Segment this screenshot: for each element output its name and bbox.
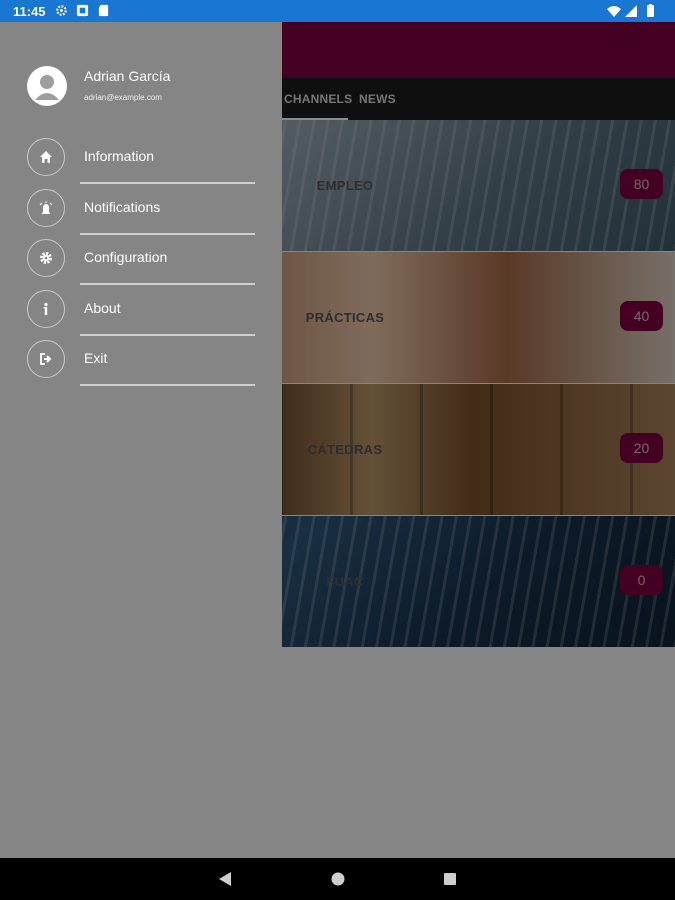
back-button[interactable]	[204, 858, 246, 900]
menu-label: Exit	[84, 350, 108, 366]
battery-icon	[647, 5, 654, 17]
divider	[80, 233, 255, 235]
divider	[80, 283, 255, 285]
signal-icon	[625, 5, 637, 17]
home-icon	[27, 138, 65, 176]
menu-label: Configuration	[84, 249, 168, 265]
status-indicators	[607, 4, 654, 17]
home-button[interactable]	[317, 858, 359, 900]
navigation-drawer: Adrian García adrian@example.com Informa…	[0, 22, 282, 858]
system-navigation-bar	[0, 858, 675, 900]
menu-item-notifications[interactable]: Notifications	[0, 189, 282, 239]
recents-button[interactable]	[429, 858, 471, 900]
user-email: adrian@example.com	[84, 93, 162, 102]
menu-item-about[interactable]: About	[0, 290, 282, 340]
avatar[interactable]	[27, 66, 67, 106]
menu-item-information[interactable]: Information	[0, 138, 282, 188]
sd-card-icon	[98, 4, 109, 17]
menu-item-exit[interactable]: Exit	[0, 340, 282, 390]
menu-label: Notifications	[84, 199, 161, 215]
divider	[80, 182, 255, 184]
settings-status-icon	[56, 5, 67, 16]
wifi-icon	[607, 6, 621, 17]
alarm-icon	[27, 189, 65, 227]
menu-item-configuration[interactable]: Configuration	[0, 239, 282, 289]
divider	[80, 334, 255, 336]
status-bar: 11:45	[0, 0, 675, 22]
menu-label: About	[84, 300, 121, 316]
status-time: 11:45	[13, 4, 46, 19]
app-status-icon	[76, 4, 89, 17]
info-icon	[27, 290, 65, 328]
exit-icon	[27, 340, 65, 378]
gear-icon	[27, 239, 65, 277]
menu-label: Information	[84, 148, 155, 164]
divider	[80, 384, 255, 386]
user-name: Adrian García	[84, 68, 171, 84]
user-placeholder-icon	[35, 75, 59, 100]
